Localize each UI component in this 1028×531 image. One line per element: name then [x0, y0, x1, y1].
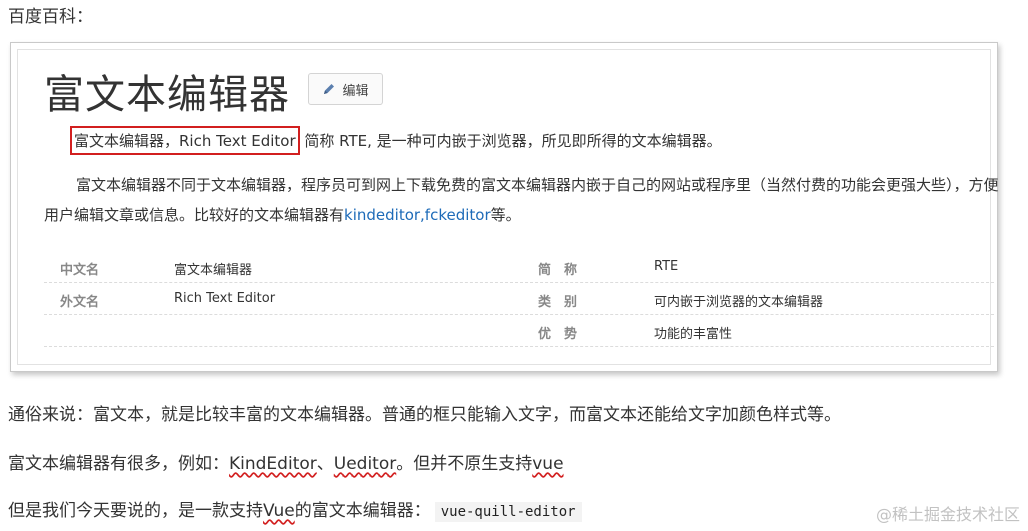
info-value: Rich Text Editor [174, 291, 276, 306]
topic-text: 但是我们今天要说的，是一款支持 [8, 501, 263, 521]
topic-after: 的富文本编辑器： [294, 501, 431, 521]
info-row: 中文名 富文本编辑器 简称 RTE [44, 251, 994, 283]
card-summary: 富文本编辑器，Rich Text Editor 简称 RTE, 是一种可内嵌于浏… [70, 126, 722, 155]
info-key: 外文名 [60, 295, 100, 310]
info-table: 中文名 富文本编辑器 简称 RTE 外文名 Rich Text Editor 类… [44, 251, 994, 347]
info-key: 简称 [538, 263, 591, 278]
paragraph-editor-examples: 富文本编辑器有很多，例如：KindEditor、Ueditor。但并不原生支持v… [8, 449, 564, 474]
description-end: 等。 [490, 206, 521, 224]
editor-links[interactable]: kindeditor,fckeditor [344, 206, 491, 224]
edit-button[interactable]: 编辑 [308, 73, 383, 105]
card-title: 富文本编辑器 [44, 72, 290, 118]
info-value: 功能的丰富性 [654, 327, 733, 342]
paragraph-topic: 但是我们今天要说的，是一款支持Vue的富文本编辑器： vue-quill-edit… [8, 496, 582, 522]
info-value: 富文本编辑器 [174, 263, 253, 278]
info-row: 优势 功能的丰富性 [44, 315, 994, 347]
watermark: @稀土掘金技术社区 [875, 501, 1020, 525]
info-row: 外文名 Rich Text Editor 类别 可内嵌于浏览器的文本编辑器 [44, 283, 994, 315]
vue-term: Vue [263, 501, 295, 521]
info-key: 类别 [538, 295, 591, 310]
kindeditor-term: KindEditor [229, 454, 317, 474]
summary-rest: 简称 RTE, 是一种可内嵌于浏览器，所见即所得的文本编辑器。 [299, 132, 722, 150]
baike-card: 富文本编辑器 编辑 富文本编辑器，Rich Text Editor 简称 RTE… [10, 42, 999, 372]
info-key: 中文名 [60, 263, 100, 278]
highlight-box: 富文本编辑器，Rich Text Editor [70, 126, 300, 155]
inline-code: vue-quill-editor [434, 502, 582, 522]
baike-card-inner: 富文本编辑器 编辑 富文本编辑器，Rich Text Editor 简称 RTE… [17, 49, 999, 365]
pencil-icon [324, 84, 335, 94]
paragraph-plain-explanation: 通俗来说：富文本，就是比较丰富的文本编辑器。普通的框只能输入文字，而富文本还能给… [8, 405, 841, 425]
vue-term: vue [532, 454, 564, 474]
description-text: 富文本编辑器不同于文本编辑器，程序员可到网上下载免费的富文本编辑器内嵌于自己的网… [44, 176, 999, 224]
separator: 、 [316, 454, 334, 474]
intro-label: 百度百科： [8, 7, 93, 27]
info-value: RTE [654, 259, 679, 274]
card-description: 富文本编辑器不同于文本编辑器，程序员可到网上下载免费的富文本编辑器内嵌于自己的网… [44, 170, 1004, 230]
examples-text: 富文本编辑器有很多，例如： [8, 454, 229, 474]
examples-mid: 。但并不原生支持 [396, 454, 533, 474]
info-value: 可内嵌于浏览器的文本编辑器 [654, 295, 824, 310]
ueditor-term: Ueditor [333, 454, 397, 474]
edit-button-label: 编辑 [342, 83, 369, 99]
info-key: 优势 [538, 327, 591, 342]
